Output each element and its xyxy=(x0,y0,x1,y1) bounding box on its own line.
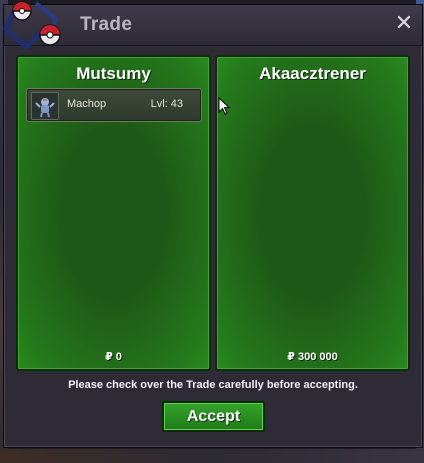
trade-panel-left: Mutsumy Machop Lvl: 43 ₽ 0 xyxy=(16,55,211,371)
money-left: ₽ 0 xyxy=(105,351,122,363)
item-name: Machop xyxy=(67,98,107,110)
close-icon[interactable]: ✕ xyxy=(394,12,414,34)
player-name-right: Akaacztrener xyxy=(259,64,366,83)
trade-notice: Please check over the Trade carefully be… xyxy=(68,379,358,391)
machop-icon xyxy=(31,92,59,120)
mouse-cursor-icon xyxy=(218,97,230,115)
item-level: Lvl: 43 xyxy=(150,98,183,110)
player-name-left: Mutsumy xyxy=(76,64,151,83)
accept-button[interactable]: Accept xyxy=(162,401,265,432)
window-title: Trade xyxy=(80,14,133,35)
pokeball-logo-icon xyxy=(3,1,61,50)
money-right: ₽ 300 000 xyxy=(287,351,338,363)
trade-window: Trade ✕ Mutsumy Machop Lvl: 43 ₽ 0 Akaac… xyxy=(3,1,423,448)
trade-panel-right: Akaacztrener ₽ 300 000 xyxy=(215,55,410,371)
trade-item-slot[interactable]: Machop Lvl: 43 xyxy=(26,88,202,122)
background-strip-bottom xyxy=(0,449,424,463)
